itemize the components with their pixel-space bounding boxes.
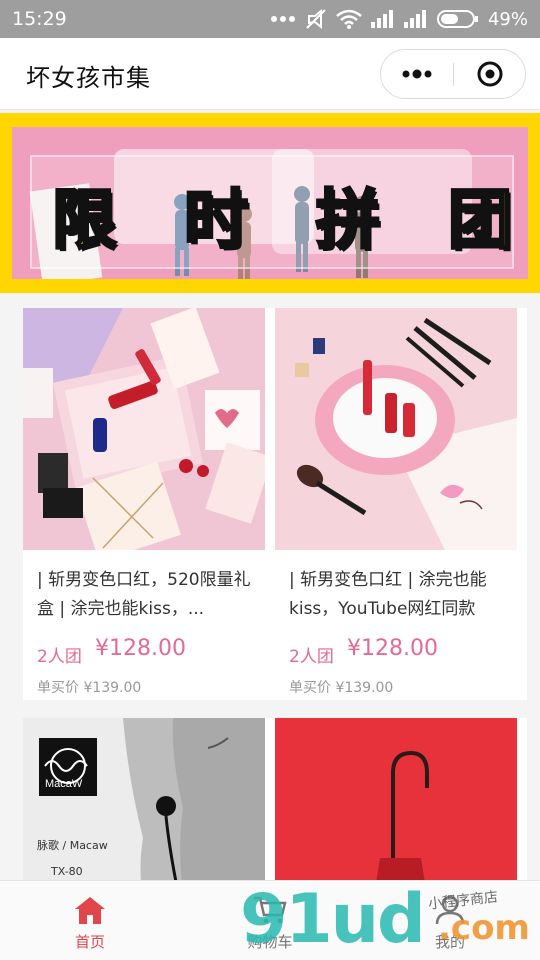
- banner-image: 限 时 拼 团: [12, 127, 528, 279]
- more-dots-icon: [270, 15, 296, 23]
- battery-percent: 49%: [487, 8, 528, 30]
- status-bar: 15:29 49%: [0, 0, 540, 38]
- product-card[interactable]: | 斩男变色口红 | 涂完也能kiss，YouTube网红同款 2人团 ¥128…: [275, 308, 527, 700]
- close-button[interactable]: [454, 50, 526, 98]
- nav-bar: 坏女孩市集: [0, 38, 540, 110]
- status-time: 15:29: [12, 8, 67, 30]
- product-grid: | 斩男变色口红，520限量礼盒 | 涂完也能kiss，... 2人团 ¥128…: [0, 293, 540, 880]
- single-price: 单买价 ¥139.00: [289, 680, 394, 696]
- banner-char: 拼: [315, 182, 382, 260]
- model-name: TX-80: [51, 865, 83, 878]
- product-image: [275, 718, 517, 880]
- banner-char: 团: [447, 182, 514, 260]
- product-name: | 斩男变色口红，520限量礼盒 | 涂完也能kiss，...: [37, 570, 251, 619]
- group-label: 2人团: [37, 647, 82, 667]
- group-price: ¥128.00: [347, 636, 438, 661]
- wifi-icon: [336, 9, 362, 29]
- product-card[interactable]: [275, 718, 527, 880]
- battery-icon: [436, 9, 479, 29]
- banner-title: 限 时 拼 团: [51, 169, 514, 261]
- brand-logo-text: MacaW: [45, 778, 83, 790]
- tab-home[interactable]: 首页: [0, 881, 180, 960]
- status-icons: 49%: [270, 8, 528, 30]
- brand-name: 脉歌 / Macaw: [37, 839, 108, 852]
- product-image: [23, 308, 265, 550]
- promo-banner[interactable]: 限 时 拼 团: [0, 113, 540, 293]
- target-close-icon: [477, 61, 503, 87]
- product-card[interactable]: MacaW 脉歌 / Macaw TX-80: [23, 718, 275, 880]
- home-icon: [75, 897, 105, 924]
- signal-icon: [403, 10, 428, 28]
- more-dots-icon: [402, 69, 432, 79]
- banner-char: 时: [183, 182, 250, 260]
- product-name: | 斩男变色口红 | 涂完也能kiss，YouTube网红同款: [289, 570, 487, 619]
- mute-icon: [305, 8, 327, 30]
- more-button[interactable]: [381, 50, 453, 98]
- page-title: 坏女孩市集: [26, 64, 151, 92]
- product-image: MacaW 脉歌 / Macaw TX-80: [23, 718, 265, 880]
- product-image: [275, 308, 517, 550]
- banner-char: 限: [51, 182, 118, 260]
- product-card[interactable]: | 斩男变色口红，520限量礼盒 | 涂完也能kiss，... 2人团 ¥128…: [23, 308, 275, 700]
- miniprogram-capsule: [380, 49, 526, 99]
- watermark-logo: 91ud: [240, 880, 426, 959]
- signal-icon: [370, 10, 395, 28]
- group-price: ¥128.00: [95, 636, 186, 661]
- tab-label: 首页: [74, 933, 105, 951]
- single-price: 单买价 ¥139.00: [37, 680, 142, 696]
- watermark-suffix: .com: [438, 908, 530, 948]
- group-label: 2人团: [289, 647, 334, 667]
